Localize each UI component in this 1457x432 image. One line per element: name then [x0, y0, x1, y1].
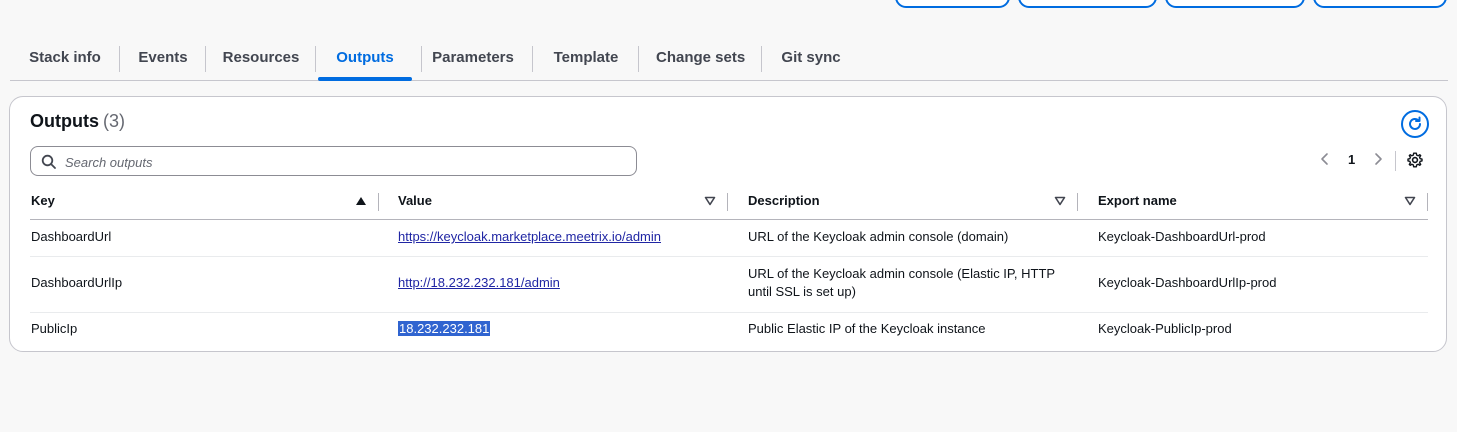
sort-icon[interactable]	[704, 196, 716, 206]
top-action-button-3[interactable]	[1165, 0, 1305, 8]
cell-export-name: Keycloak-DashboardUrlIp-prod	[1098, 275, 1277, 290]
tab-resources[interactable]: Resources	[216, 40, 306, 80]
sort-icon[interactable]	[1404, 196, 1416, 206]
header-divider	[30, 219, 1428, 220]
column-header-description[interactable]: Description	[748, 185, 820, 221]
preferences-button[interactable]	[1407, 152, 1423, 171]
cell-description: URL of the Keycloak admin console (Elast…	[748, 266, 1056, 281]
search-field[interactable]	[30, 146, 637, 176]
tab-parameters[interactable]: Parameters	[430, 40, 516, 80]
stack-tabs: Stack info Events Resources Outputs Para…	[10, 40, 1448, 81]
previous-page-button[interactable]	[1319, 152, 1331, 169]
cell-key: PublicIp	[31, 321, 78, 336]
top-action-button-4[interactable]	[1313, 0, 1447, 8]
next-page-button[interactable]	[1372, 152, 1384, 169]
sort-icon[interactable]	[1054, 196, 1066, 206]
panel-title-text: Outputs	[30, 111, 99, 131]
tab-template[interactable]: Template	[550, 40, 622, 80]
column-header-key[interactable]: Key	[31, 185, 55, 221]
tab-divider	[315, 46, 316, 72]
tab-stack-info[interactable]: Stack info	[20, 40, 110, 80]
tab-divider	[761, 46, 762, 72]
column-divider[interactable]	[727, 193, 728, 211]
search-icon	[41, 154, 56, 169]
chevron-right-icon	[1375, 153, 1382, 165]
panel-count: (3)	[103, 111, 125, 131]
refresh-icon	[1409, 116, 1421, 130]
cell-value-link[interactable]: https://keycloak.marketplace.meetrix.io/…	[398, 228, 661, 246]
tab-divider	[638, 46, 639, 72]
refresh-button[interactable]	[1401, 110, 1429, 138]
cell-key: DashboardUrlIp	[31, 275, 123, 290]
tab-divider	[421, 46, 422, 72]
tab-change-sets[interactable]: Change sets	[656, 40, 745, 80]
cell-value-link[interactable]: http://18.232.232.181/admin	[398, 274, 560, 292]
tab-git-sync[interactable]: Git sync	[780, 40, 842, 80]
tab-divider	[119, 46, 120, 72]
pagination-divider	[1395, 151, 1396, 171]
gear-icon	[1407, 152, 1423, 168]
tab-divider	[205, 46, 206, 72]
tab-events[interactable]: Events	[130, 40, 196, 80]
cell-description: URL of the Keycloak admin console (domai…	[748, 229, 1009, 244]
outputs-panel: Outputs(3) 1 Key	[9, 96, 1447, 352]
search-input[interactable]	[63, 150, 627, 174]
page-number-1[interactable]: 1	[1348, 152, 1355, 167]
top-action-button-2[interactable]	[1018, 0, 1157, 8]
panel-title: Outputs (3)	[30, 111, 125, 132]
column-divider[interactable]	[378, 193, 379, 211]
tab-outputs[interactable]: Outputs	[318, 40, 412, 81]
column-header-value[interactable]: Value	[398, 185, 432, 221]
row-divider	[30, 256, 1428, 257]
cell-key: DashboardUrl	[31, 229, 112, 244]
top-action-button-1[interactable]	[895, 0, 1010, 8]
tab-divider	[532, 46, 533, 72]
cell-export-name: Keycloak-PublicIp-prod	[1098, 321, 1232, 336]
column-header-export-name[interactable]: Export name	[1098, 185, 1177, 221]
chevron-left-icon	[1321, 153, 1328, 165]
cell-description: Public Elastic IP of the Keycloak instan…	[748, 321, 986, 336]
cell-value-selected[interactable]: 18.232.232.181	[398, 320, 491, 338]
column-divider[interactable]	[1077, 193, 1078, 211]
selected-text: 18.232.232.181	[398, 321, 491, 336]
sort-ascending-icon[interactable]	[355, 196, 367, 206]
column-divider[interactable]	[1427, 193, 1428, 211]
cell-export-name: Keycloak-DashboardUrl-prod	[1098, 229, 1266, 244]
cell-description-line2: until SSL is set up)	[748, 284, 856, 299]
row-divider	[30, 312, 1428, 313]
